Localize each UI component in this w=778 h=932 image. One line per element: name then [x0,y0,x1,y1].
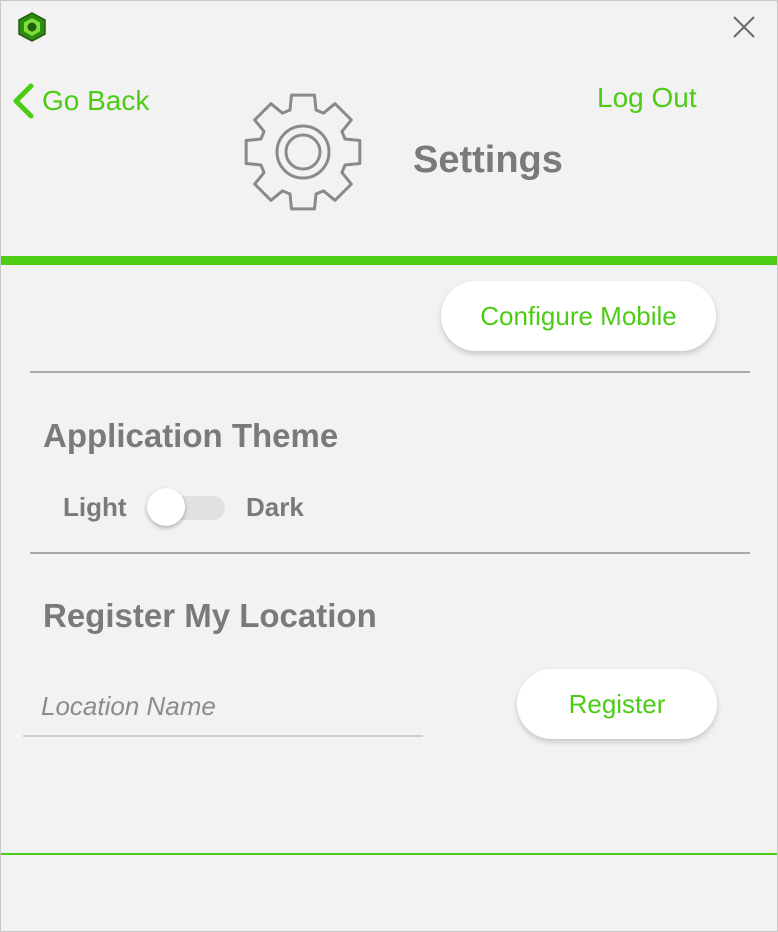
configure-mobile-button[interactable]: Configure Mobile [441,281,716,351]
settings-window: Go Back Log Out Settings Configure Mobil… [0,0,778,932]
chevron-left-icon [13,83,34,119]
section-divider [30,371,750,373]
gear-icon [241,89,365,215]
page-title: Settings [413,139,563,181]
application-theme-heading: Application Theme [43,417,339,454]
location-name-input[interactable] [23,681,423,737]
section-divider [30,552,750,554]
register-button[interactable]: Register [517,669,717,739]
go-back-button[interactable]: Go Back [11,81,149,121]
close-button[interactable] [727,10,761,44]
log-out-link[interactable]: Log Out [597,82,697,114]
close-icon [733,16,755,38]
toggle-knob [147,488,185,526]
register-location-heading: Register My Location [43,597,377,634]
app-logo-icon [15,12,49,42]
header-accent-bar [1,256,777,265]
light-label: Light [63,492,127,522]
theme-toggle[interactable] [147,488,227,526]
go-back-label: Go Back [42,85,150,116]
footer-accent-line [1,853,777,855]
dark-label: Dark [246,492,304,522]
